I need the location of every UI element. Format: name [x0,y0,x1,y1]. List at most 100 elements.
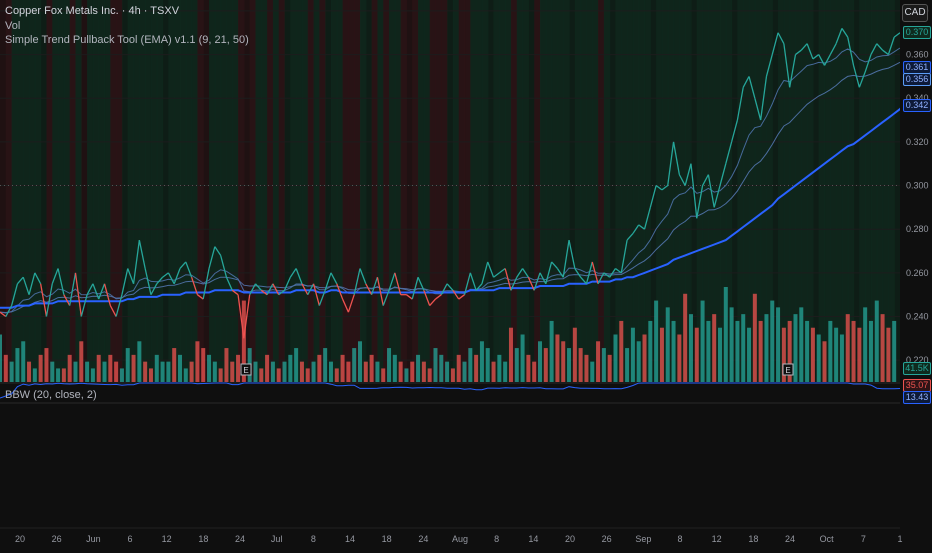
volume-bar [398,361,403,382]
volume-bar [636,341,641,382]
volume-bar [311,361,316,382]
volume-bar [50,361,55,382]
volume-bar [131,354,136,382]
trend-zone [569,0,576,382]
volume-bar [462,361,467,382]
volume-bar [445,361,450,382]
earnings-marker-label: E [785,366,790,375]
volume-bar [90,368,95,382]
trend-zone [272,0,280,382]
trend-zone [81,0,88,382]
volume-bar [102,361,107,382]
volume-bar [839,334,844,382]
trend-zone [557,0,564,382]
volume-bar [648,320,653,382]
volume-bar [880,314,885,382]
indicator-legend[interactable]: Simple Trend Pullback Tool (EMA) v1.1 (9… [5,33,249,47]
trend-zone [423,0,431,382]
price-tag-ema-slow: 0.342 [903,99,931,112]
trend-zone [563,0,570,382]
volume-bar [224,348,229,382]
trend-zone [418,0,425,382]
trend-zone [632,0,640,382]
trend-zone [371,0,378,382]
trend-zone [360,0,367,382]
time-axis-label: 14 [345,534,355,544]
bbw-legend[interactable]: BBW (20, close, 2) [5,388,97,402]
trend-zone [52,0,59,382]
trend-zone [499,0,506,382]
volume-bar [718,327,722,382]
volume-bar [328,361,333,382]
trend-zone [75,0,82,382]
volume-bar [416,354,421,382]
time-axis-label: 18 [748,534,758,544]
trend-zone [87,0,94,382]
time-axis-label: 18 [382,534,392,544]
time-axis-label: 18 [198,534,208,544]
volume-bar [596,341,601,382]
chart-canvas[interactable]: 0.2200.2400.2600.2800.3000.3200.3400.360… [0,0,932,550]
trend-zone [481,0,489,382]
trend-zone [121,0,129,382]
volume-bar [834,327,839,382]
trend-zone [104,0,111,382]
volume-bar [154,354,159,382]
volume-bar [317,354,322,382]
volume-bar [625,348,630,382]
trend-zone [307,0,315,382]
trend-zone [580,0,587,382]
volume-bar [276,368,281,382]
volume-bar [514,348,519,382]
symbol-title[interactable]: Copper Fox Metals Inc. · 4h · TSXV [5,4,179,18]
volume-bar [578,348,583,382]
currency-button[interactable]: CAD [902,4,928,22]
trend-zone [412,0,419,382]
trend-zone [29,0,36,382]
trend-zone [389,0,396,382]
volume-bar [712,314,717,382]
trend-zone [336,0,344,382]
volume-bar [21,341,26,382]
trend-zone [226,0,233,382]
trend-zone [342,0,349,382]
volume-bar [85,361,90,382]
volume-bar [305,368,310,382]
price-axis-label: 0.240 [906,312,929,322]
price-axis-label: 0.260 [906,268,929,278]
volume-bar [0,334,2,382]
volume-bar [3,354,8,382]
volume-bar [44,348,49,382]
volume-bar [485,348,490,382]
volume-bar [79,341,84,382]
volume-legend[interactable]: Vol [5,19,20,33]
trend-zone [452,0,460,382]
volume-bar [236,354,241,382]
volume-bar [607,354,612,382]
chart-area[interactable]: 0.2200.2400.2600.2800.3000.3200.3400.360… [0,0,932,550]
trend-zone [34,0,42,382]
volume-bar [508,327,513,382]
volume-bar [253,361,258,382]
time-axis-label: 24 [418,534,428,544]
volume-bar [677,334,682,382]
trend-zone [220,0,227,382]
volume-bar [706,320,711,382]
trend-zone [301,0,309,382]
volume-bar [439,354,444,382]
trend-zone [261,0,268,382]
trend-zone [11,0,18,382]
trend-zone [394,0,402,382]
time-axis-label: 1 [897,534,902,544]
trend-zone [145,0,152,382]
trend-zone [255,0,262,382]
volume-bar [404,368,409,382]
trend-zone [464,0,471,382]
volume-bar [67,354,72,382]
trend-zone [0,0,7,382]
volume-bar [543,348,548,382]
time-axis-label: 12 [162,534,172,544]
trend-zone [609,0,616,382]
volume-bar [375,361,380,382]
trend-zone [133,0,140,382]
